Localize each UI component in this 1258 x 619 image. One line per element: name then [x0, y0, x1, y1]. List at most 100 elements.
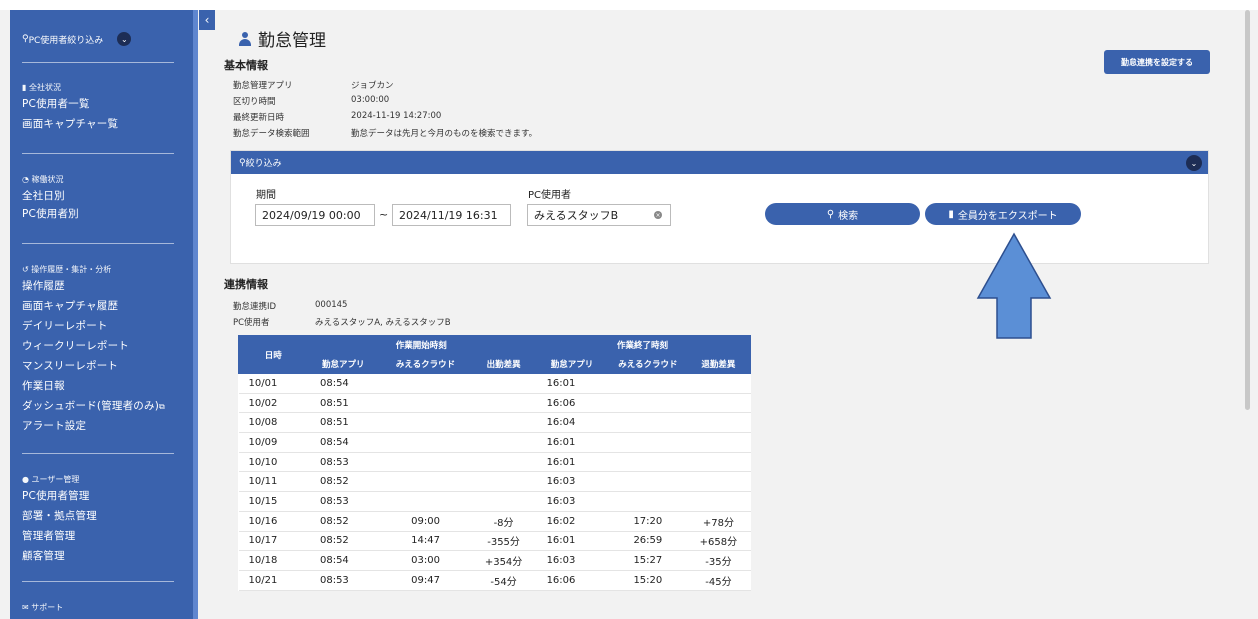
- sidebar-collapse-button[interactable]: ‹: [199, 10, 215, 30]
- table-cell: 08:53: [307, 570, 379, 591]
- table-cell: 08:52: [307, 471, 379, 493]
- user-label: PC使用者: [528, 190, 572, 201]
- sidebar-item-operation-history[interactable]: 操作履歴: [22, 278, 65, 293]
- sidebar-item-dashboard[interactable]: ダッシュボード(管理者のみ)⧉: [22, 398, 165, 413]
- sidebar-item-weekly-report[interactable]: ウィークリーレポート: [22, 338, 129, 353]
- link-info-value: 000145: [315, 300, 348, 310]
- link-info-value: みえるスタッフA, みえるスタッフB: [315, 318, 451, 328]
- table-cell: 16:01: [534, 432, 610, 453]
- table-cell: [609, 491, 687, 512]
- table-cell: [686, 393, 751, 414]
- table-cell: +78分: [686, 511, 751, 532]
- clear-icon[interactable]: ×: [654, 211, 662, 219]
- table-cell: 16:06: [534, 570, 610, 591]
- divider: [22, 581, 174, 582]
- table-cell: [686, 452, 751, 473]
- attendance-link-settings-button[interactable]: 勤怠連携を設定する: [1104, 50, 1210, 74]
- table-cell: [378, 491, 473, 512]
- table-cell: [472, 432, 535, 453]
- period-to-input[interactable]: 2024/11/19 16:31: [392, 204, 511, 226]
- table-cell: -355分: [472, 531, 535, 552]
- table-cell: 15:20: [609, 570, 687, 591]
- table-cell: 14:47: [378, 531, 473, 552]
- table-cell: 10/17: [238, 531, 308, 552]
- table-cell: [609, 393, 687, 414]
- table-cell: [472, 393, 535, 414]
- sidebar-item-manager-admin[interactable]: 管理者管理: [22, 528, 76, 543]
- document-icon: ▮: [22, 83, 27, 92]
- table-cell: 08:51: [307, 412, 379, 434]
- start-time-group-header: 作業開始時刻: [307, 335, 536, 355]
- table-row: 10/11 08:52 16:03: [238, 471, 751, 493]
- table-cell: 10/01: [238, 373, 308, 394]
- table-cell: 10/18: [238, 550, 308, 571]
- basic-info-value: 03:00:00: [351, 95, 390, 105]
- table-row: 10/18 08:54 03:00 +354分 16:03 15:27 -35分: [238, 550, 751, 571]
- sidebar-item-capture-history[interactable]: 画面キャプチャ履歴: [22, 298, 118, 313]
- basic-info-label: 区切り時間: [233, 97, 276, 107]
- basic-info-value: 2024-11-19 14:27:00: [351, 111, 442, 121]
- sidebar-item-department-admin[interactable]: 部署・拠点管理: [22, 508, 97, 523]
- search-icon: ⚲: [22, 34, 29, 44]
- page-title: 勤怠管理: [238, 26, 326, 51]
- export-file-icon: ▮: [948, 208, 954, 220]
- table-cell: 16:03: [534, 491, 610, 512]
- table-cell: 16:04: [534, 412, 610, 434]
- table-cell: +354分: [472, 550, 535, 571]
- sidebar-item-monthly-report[interactable]: マンスリーレポート: [22, 358, 118, 373]
- table-cell: 15:27: [609, 550, 687, 571]
- column-header: 勤怠アプリ: [534, 354, 610, 374]
- sidebar-item-company-daily[interactable]: 全社日別: [22, 188, 65, 203]
- table-cell: 16:03: [534, 471, 610, 493]
- column-header: 勤怠アプリ: [307, 354, 380, 374]
- scrollbar[interactable]: [1245, 10, 1250, 410]
- table-cell: 10/15: [238, 491, 308, 512]
- export-all-button[interactable]: ▮ 全員分をエクスポート: [925, 203, 1081, 225]
- table-cell: 16:06: [534, 393, 610, 414]
- filter-panel: ⚲ 絞り込み ⌄ 期間 2024/09/19 00:00 ~ 2024/11/1…: [230, 150, 1209, 264]
- sidebar-group-head: ▮ 全社状況: [22, 83, 61, 92]
- table-cell: 08:52: [307, 511, 379, 532]
- table-cell: [378, 373, 473, 394]
- sidebar-item-alert-settings[interactable]: アラート設定: [22, 418, 86, 433]
- sidebar-item-pc-user-admin[interactable]: PC使用者管理: [22, 488, 90, 503]
- chevron-down-icon[interactable]: ⌄: [1186, 155, 1202, 171]
- sidebar-user-filter[interactable]: ⚲ PC使用者絞り込み ⌄: [22, 32, 132, 46]
- table-cell: [686, 373, 751, 394]
- table-cell: 26:59: [609, 531, 687, 552]
- table-cell: [378, 393, 473, 414]
- table-cell: 16:03: [534, 550, 610, 571]
- filter-panel-header[interactable]: ⚲ 絞り込み ⌄: [231, 151, 1208, 174]
- table-cell: [472, 491, 535, 512]
- table-cell: 09:00: [378, 511, 473, 532]
- search-icon: ⚲: [239, 157, 246, 168]
- history-icon: ↺: [22, 265, 29, 274]
- chevron-down-icon[interactable]: ⌄: [117, 32, 132, 46]
- table-cell: -45分: [686, 570, 751, 591]
- table-cell: [472, 452, 535, 473]
- table-cell: 08:54: [307, 432, 379, 453]
- table-cell: 10/09: [238, 432, 308, 453]
- table-cell: 08:51: [307, 393, 379, 414]
- date-header: 日時: [237, 335, 309, 374]
- sidebar-filter-label: PC使用者絞り込み: [28, 35, 104, 46]
- sidebar-item-screen-capture-list[interactable]: 画面キャプチャー覧: [22, 116, 118, 131]
- top-strip: [0, 0, 1258, 10]
- link-info-label: PC使用者: [233, 318, 270, 328]
- table-cell: 08:52: [307, 531, 379, 552]
- attendance-table: 日時 作業開始時刻 作業終了時刻 勤怠アプリ みえるクラウド 出勤差異 勤怠アプリ みえ…: [237, 335, 752, 591]
- sidebar-item-daily-report[interactable]: デイリーレポート: [22, 318, 108, 333]
- table-row: 10/21 08:53 09:47 -54分 16:06 15:20 -45分: [238, 570, 751, 591]
- period-from-input[interactable]: 2024/09/19 00:00: [255, 204, 375, 226]
- search-button[interactable]: ⚲ 検索: [765, 203, 920, 225]
- basic-info-label: 勤怠データ検索範囲: [233, 129, 310, 139]
- sidebar-item-by-user[interactable]: PC使用者別: [22, 206, 79, 221]
- sidebar-item-pc-users[interactable]: PC使用者一覧: [22, 96, 90, 111]
- sidebar-group-head: ✉ サポート: [22, 603, 64, 612]
- sidebar-item-customer-admin[interactable]: 顧客管理: [22, 548, 65, 563]
- sidebar-item-work-log[interactable]: 作業日報: [22, 378, 65, 393]
- basic-info-label: 勤怠管理アプリ: [233, 81, 293, 91]
- table-cell: 10/02: [238, 393, 308, 414]
- user-select[interactable]: みえるスタッフB: [527, 204, 671, 226]
- period-label: 期間: [256, 190, 276, 201]
